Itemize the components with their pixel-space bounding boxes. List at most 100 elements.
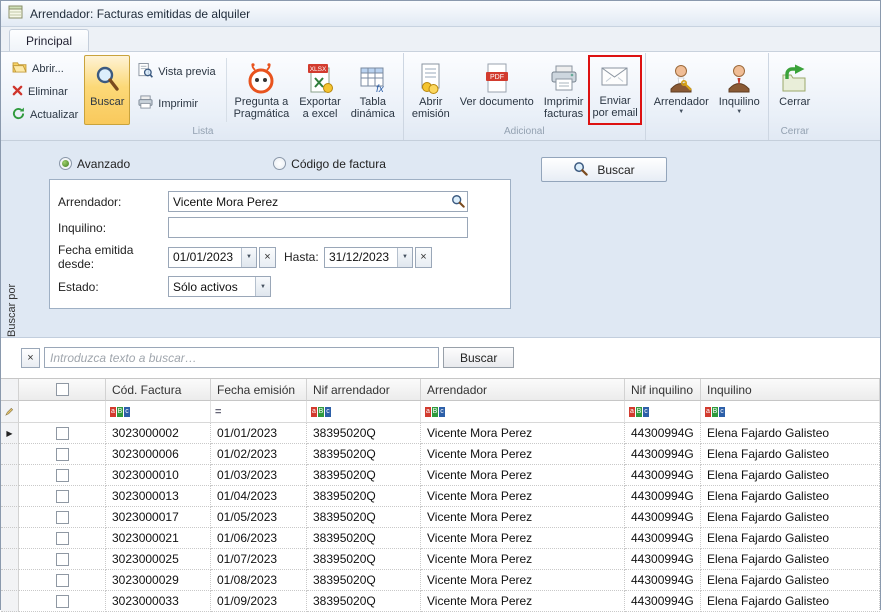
radio-avanzado[interactable]: Avanzado	[59, 157, 130, 171]
cell-cod-factura[interactable]: 3023000002	[106, 423, 211, 444]
cell-cod-factura[interactable]: 3023000025	[106, 549, 211, 570]
row-checkbox[interactable]	[56, 574, 69, 587]
cell-cod-factura[interactable]: 3023000006	[106, 444, 211, 465]
cell-arrendador[interactable]: Vicente Mora Perez	[421, 423, 625, 444]
cell-inquilino[interactable]: Elena Fajardo Galisteo	[701, 528, 880, 549]
radio-codigo-factura[interactable]: Código de factura	[273, 157, 386, 171]
cell-cod-factura[interactable]: 3023000033	[106, 591, 211, 612]
column-header-arrendador[interactable]: Arrendador	[421, 379, 625, 401]
cell-nif-arrendador[interactable]: 38395020Q	[307, 465, 421, 486]
cell-nif-arrendador[interactable]: 38395020Q	[307, 528, 421, 549]
cell-arrendador[interactable]: Vicente Mora Perez	[421, 528, 625, 549]
cell-inquilino[interactable]: Elena Fajardo Galisteo	[701, 507, 880, 528]
search-ribbon-button[interactable]: Buscar	[84, 55, 130, 125]
cell-fecha-emision[interactable]: 01/08/2023	[211, 570, 307, 591]
radio-codigo-control[interactable]	[273, 157, 286, 170]
cell-cod-factura[interactable]: 3023000017	[106, 507, 211, 528]
status-select[interactable]: Sólo activos ▼	[168, 276, 271, 297]
landlord-field[interactable]	[168, 191, 468, 212]
cell-inquilino[interactable]: Elena Fajardo Galisteo	[701, 444, 880, 465]
row-checkbox[interactable]	[56, 532, 69, 545]
landlord-lookup-icon[interactable]	[451, 194, 465, 213]
row-checkbox-cell[interactable]	[19, 423, 106, 444]
pivot-table-button[interactable]: fx Tabla dinámica	[346, 55, 400, 125]
export-excel-button[interactable]: XLSX Exportar a excel	[294, 55, 346, 125]
cell-nif-inquilino[interactable]: 44300994G	[625, 528, 701, 549]
filter-fecha-emision[interactable]: =	[211, 401, 307, 423]
cell-nif-arrendador[interactable]: 38395020Q	[307, 486, 421, 507]
cell-nif-inquilino[interactable]: 44300994G	[625, 444, 701, 465]
cell-nif-inquilino[interactable]: 44300994G	[625, 570, 701, 591]
send-email-button[interactable]: Enviar por email	[588, 55, 641, 125]
cell-nif-arrendador[interactable]: 38395020Q	[307, 507, 421, 528]
open-button[interactable]: Abrir...	[10, 60, 80, 77]
row-checkbox[interactable]	[56, 595, 69, 608]
radio-avanzado-control[interactable]	[59, 157, 72, 170]
row-checkbox-cell[interactable]	[19, 570, 106, 591]
row-checkbox[interactable]	[56, 511, 69, 524]
date-from-clear-button[interactable]: ×	[259, 247, 276, 268]
cell-arrendador[interactable]: Vicente Mora Perez	[421, 444, 625, 465]
column-header-nif-inquilino[interactable]: Nif inquilino	[625, 379, 701, 401]
cell-nif-arrendador[interactable]: 38395020Q	[307, 549, 421, 570]
table-row[interactable]: 3023000013 01/04/2023 38395020Q Vicente …	[1, 486, 880, 507]
cell-arrendador[interactable]: Vicente Mora Perez	[421, 465, 625, 486]
table-row[interactable]: 3023000010 01/03/2023 38395020Q Vicente …	[1, 465, 880, 486]
close-button[interactable]: Cerrar	[772, 55, 818, 125]
cell-fecha-emision[interactable]: 01/09/2023	[211, 591, 307, 612]
landlord-menu-button[interactable]: Arrendador ▼	[649, 55, 714, 125]
cell-inquilino[interactable]: Elena Fajardo Galisteo	[701, 570, 880, 591]
ask-pragmatica-button[interactable]: Pregunta a Pragmática	[229, 55, 295, 125]
cell-nif-inquilino[interactable]: 44300994G	[625, 423, 701, 444]
open-issue-button[interactable]: Abrir emisión	[407, 55, 455, 125]
filter-nif-inquilino[interactable]: aBc	[625, 401, 701, 423]
panel-search-button[interactable]: Buscar	[541, 157, 667, 182]
cell-nif-inquilino[interactable]: 44300994G	[625, 549, 701, 570]
row-checkbox[interactable]	[56, 427, 69, 440]
date-to-dropdown-icon[interactable]: ▼	[397, 248, 412, 267]
cell-nif-inquilino[interactable]: 44300994G	[625, 486, 701, 507]
cell-inquilino[interactable]: Elena Fajardo Galisteo	[701, 591, 880, 612]
tenant-field[interactable]	[168, 217, 468, 238]
cell-inquilino[interactable]: Elena Fajardo Galisteo	[701, 423, 880, 444]
cell-inquilino[interactable]: Elena Fajardo Galisteo	[701, 549, 880, 570]
cell-inquilino[interactable]: Elena Fajardo Galisteo	[701, 486, 880, 507]
cell-fecha-emision[interactable]: 01/01/2023	[211, 423, 307, 444]
clear-filter-button[interactable]: ×	[21, 348, 40, 368]
cell-nif-arrendador[interactable]: 38395020Q	[307, 444, 421, 465]
filter-inquilino[interactable]: aBc	[701, 401, 880, 423]
filter-arrendador[interactable]: aBc	[421, 401, 625, 423]
row-checkbox[interactable]	[56, 448, 69, 461]
row-checkbox-cell[interactable]	[19, 591, 106, 612]
print-button[interactable]: Imprimir	[136, 95, 217, 112]
row-checkbox-cell[interactable]	[19, 528, 106, 549]
print-invoices-button[interactable]: Imprimir facturas	[539, 55, 589, 125]
column-header-inquilino[interactable]: Inquilino	[701, 379, 880, 401]
cell-arrendador[interactable]: Vicente Mora Perez	[421, 591, 625, 612]
row-checkbox-cell[interactable]	[19, 465, 106, 486]
row-checkbox[interactable]	[56, 553, 69, 566]
tenant-menu-button[interactable]: Inquilino ▼	[714, 55, 765, 125]
cell-cod-factura[interactable]: 3023000010	[106, 465, 211, 486]
cell-fecha-emision[interactable]: 01/05/2023	[211, 507, 307, 528]
select-all-cell[interactable]	[19, 379, 106, 401]
cell-nif-arrendador[interactable]: 38395020Q	[307, 591, 421, 612]
cell-fecha-emision[interactable]: 01/02/2023	[211, 444, 307, 465]
column-header-fecha-emision[interactable]: Fecha emisión	[211, 379, 307, 401]
filter-cod-factura[interactable]: aBc	[106, 401, 211, 423]
status-dropdown-icon[interactable]: ▼	[255, 277, 270, 296]
view-document-button[interactable]: PDF Ver documento	[455, 55, 539, 125]
tab-principal[interactable]: Principal	[9, 29, 89, 51]
cell-nif-inquilino[interactable]: 44300994G	[625, 591, 701, 612]
row-checkbox[interactable]	[56, 469, 69, 482]
cell-arrendador[interactable]: Vicente Mora Perez	[421, 507, 625, 528]
cell-arrendador[interactable]: Vicente Mora Perez	[421, 570, 625, 591]
row-checkbox-cell[interactable]	[19, 486, 106, 507]
row-checkbox-cell[interactable]	[19, 507, 106, 528]
table-row[interactable]: ▶ 3023000002 01/01/2023 38395020Q Vicent…	[1, 423, 880, 444]
table-row[interactable]: 3023000006 01/02/2023 38395020Q Vicente …	[1, 444, 880, 465]
table-row[interactable]: 3023000017 01/05/2023 38395020Q Vicente …	[1, 507, 880, 528]
column-header-nif-arrendador[interactable]: Nif arrendador	[307, 379, 421, 401]
cell-nif-arrendador[interactable]: 38395020Q	[307, 570, 421, 591]
filter-checkbox-cell[interactable]	[19, 401, 106, 423]
